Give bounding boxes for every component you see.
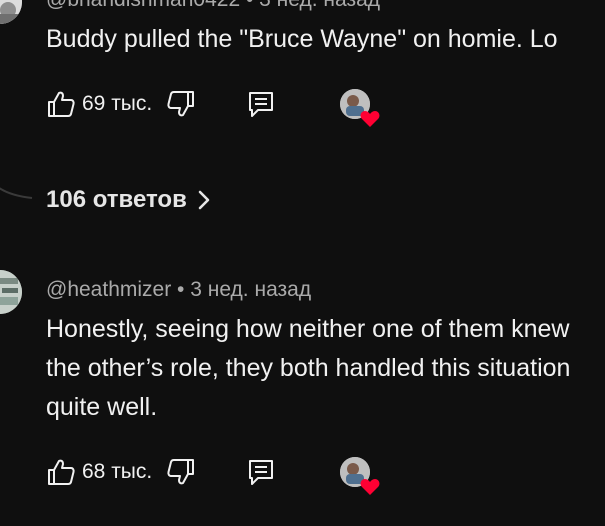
- creator-avatar: [340, 457, 380, 495]
- comment-author[interactable]: @heathmizer • 3 нед. назад: [46, 278, 311, 302]
- like-count: 68 тыс.: [82, 460, 153, 483]
- creator-heart: [340, 457, 380, 495]
- thumb-down-icon: [167, 459, 195, 485]
- dislike-button[interactable]: [166, 457, 196, 487]
- thumb-down-icon: [167, 91, 195, 117]
- comment-actions: 68 тыс.: [46, 452, 380, 495]
- like-button[interactable]: 68 тыс.: [46, 457, 152, 487]
- comment-text: Buddy pulled the "Bruce Wayne" on homie.…: [46, 25, 558, 53]
- reply-button[interactable]: [246, 457, 276, 487]
- replies-count-label: 106 ответов: [46, 186, 187, 213]
- like-button[interactable]: 69 тыс.: [46, 89, 152, 119]
- comment-actions: 69 тыс.: [46, 84, 380, 127]
- reply-button[interactable]: [246, 89, 276, 119]
- avatar-image: [0, 270, 22, 314]
- thumb-up-icon: [48, 91, 75, 117]
- avatar[interactable]: [0, 0, 22, 24]
- reply-icon: [249, 460, 274, 485]
- creator-heart: [340, 89, 380, 127]
- comment-text: Honestly, seeing how neither one of them…: [46, 315, 571, 421]
- chevron-right-icon: [198, 190, 210, 210]
- creator-avatar: [340, 89, 380, 127]
- view-replies-link[interactable]: 106 ответов: [46, 186, 211, 214]
- thread-line: [0, 187, 33, 199]
- dislike-button[interactable]: [166, 89, 196, 119]
- comment-author[interactable]: @bhandishman0422 • 3 нед. назад: [46, 0, 380, 12]
- creator-heart-icon: [360, 479, 380, 495]
- avatar[interactable]: [0, 270, 22, 314]
- reply-icon: [249, 92, 274, 117]
- avatar-image: [0, 0, 22, 24]
- creator-heart-icon: [360, 111, 380, 127]
- thumb-up-icon: [48, 459, 75, 485]
- like-count: 69 тыс.: [82, 92, 153, 115]
